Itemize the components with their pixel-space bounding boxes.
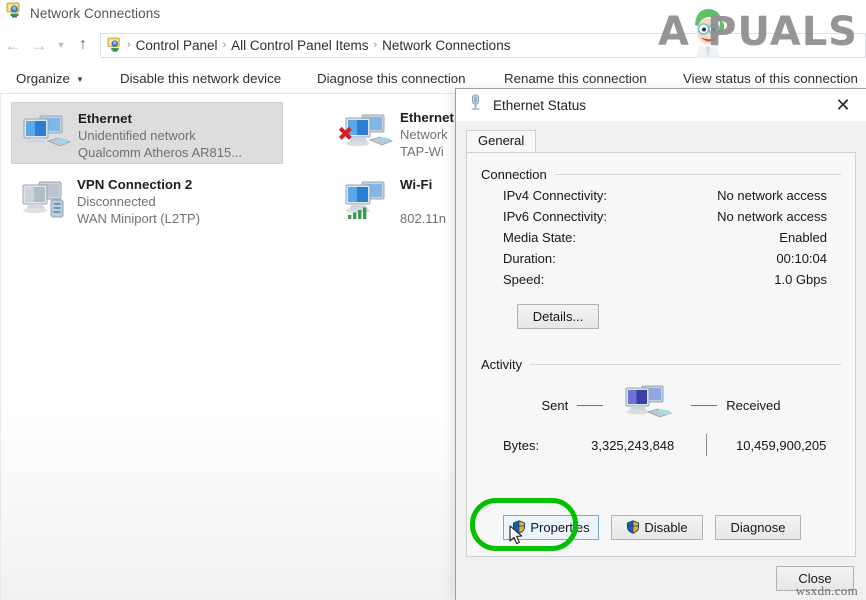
mouse-pointer-icon [509,525,525,547]
toolbar-diagnose-connection[interactable]: Diagnose this connection [317,71,466,86]
row-duration: Duration: 00:10:04 [481,251,841,272]
list-item-vpn-connection-2[interactable]: VPN Connection 2 Disconnected WAN Minipo… [11,169,283,231]
connection-adapter: 802.11n [400,210,446,227]
group-divider [530,364,841,365]
network-activity-icon [612,382,682,428]
screenshot-root: Network Connections ← → ▼ ↑ › Control Pa… [0,0,866,600]
tab-general[interactable]: General [466,130,536,153]
window-title: Network Connections [30,6,160,21]
connection-adapter: WAN Miniport (L2TP) [77,210,200,227]
row-ipv6-connectivity: IPv6 Connectivity: No network access [481,209,841,230]
bytes-label: Bytes: [503,438,573,453]
label-duration: Duration: [503,251,556,266]
list-item-text: Wi-Fi 802.11n [400,174,446,227]
sent-label: Sent [542,398,569,413]
disable-button[interactable]: Disable [611,515,703,540]
vpn-connection-icon [15,174,77,226]
activity-group-header: Activity [481,357,841,372]
received-label: Received [726,398,780,413]
row-ipv4-connectivity: IPv4 Connectivity: No network access [481,188,841,209]
value-ipv6-connectivity: No network access [717,209,827,224]
connection-status [400,193,446,210]
bytes-sent-value: 3,325,243,848 [573,438,693,453]
value-duration: 00:10:04 [776,251,827,266]
network-adapter-icon [16,108,78,160]
activity-group-label: Activity [481,357,522,372]
value-ipv4-connectivity: No network access [717,188,827,203]
chevron-down-icon[interactable]: ▼ [52,32,70,58]
connection-status: Unidentified network [78,127,242,144]
toolbar-rename-connection[interactable]: Rename this connection [504,71,647,86]
address-network-icon [104,37,126,53]
organize-label: Organize [16,71,70,86]
window-titlebar: Network Connections [0,0,866,26]
connection-name: Ethernet [78,110,242,127]
connections-column-left: Ethernet Unidentified network Qualcomm A… [11,102,283,231]
dialog-tabstrip: General [466,130,856,153]
breadcrumb-control-panel[interactable]: Control Panel [132,38,222,53]
close-icon[interactable]: ✕ [830,93,856,117]
activity-direction-row: Sent [481,382,841,428]
details-button[interactable]: Details... [517,304,599,329]
address-bar[interactable]: › Control Panel › All Control Panel Item… [100,33,866,58]
network-connections-icon [6,2,23,24]
arrow-right-icon[interactable]: → [26,32,52,58]
breadcrumb-all-control-panel-items[interactable]: All Control Panel Items [227,38,372,53]
connection-status: Disconnected [77,193,200,210]
arrow-left-icon[interactable]: ← [0,32,26,58]
row-media-state: Media State: Enabled [481,230,841,251]
list-item-text: Ethernet Unidentified network Qualcomm A… [78,108,242,161]
list-item-text: Ethernet Network TAP-Wi [400,107,454,160]
arrow-up-icon[interactable]: ↑ [70,32,96,58]
received-dash [691,405,717,406]
network-status-icon [468,94,483,116]
bytes-received-value: 10,459,900,205 [721,438,841,453]
dialog-titlebar: Ethernet Status ✕ [456,89,866,121]
toolbar-disable-device[interactable]: Disable this network device [120,71,281,86]
label-media-state: Media State: [503,230,576,245]
connection-adapter: Qualcomm Atheros AR815... [78,144,242,161]
value-speed: 1.0 Gbps [774,272,827,287]
group-divider [555,174,841,175]
disable-label: Disable [644,520,687,535]
label-speed: Speed: [503,272,544,287]
activity-bytes-row: Bytes: 3,325,243,848 10,459,900,205 [481,434,841,456]
connection-name: VPN Connection 2 [77,176,200,193]
organize-menu-button[interactable]: Organize ▼ [0,71,84,86]
dialog-action-buttons: Properties Disable [503,515,801,540]
diagnose-label: Diagnose [731,520,786,535]
connection-name: Ethernet [400,109,454,126]
connection-group-label: Connection [481,167,547,182]
toolbar-view-status[interactable]: View status of this connection [683,71,858,86]
network-adapter-icon [338,107,400,159]
wsxdn-watermark: wsxdn.com [796,583,858,599]
navigation-bar: ← → ▼ ↑ › Control Panel › All Control Pa… [0,28,866,62]
sent-dash [577,405,603,406]
breadcrumb-network-connections[interactable]: Network Connections [378,38,514,53]
list-item-ethernet-selected[interactable]: Ethernet Unidentified network Qualcomm A… [11,102,283,164]
wifi-adapter-icon [338,174,400,226]
bytes-divider [706,434,707,456]
row-speed: Speed: 1.0 Gbps [481,272,841,293]
tab-page-general: Connection IPv4 Connectivity: No network… [466,152,856,557]
connection-adapter: TAP-Wi [400,143,454,160]
properties-label: Properties [530,520,589,535]
label-ipv4-connectivity: IPv4 Connectivity: [503,188,607,203]
ethernet-status-dialog: Ethernet Status ✕ General Connection IPv… [455,88,866,600]
label-ipv6-connectivity: IPv6 Connectivity: [503,209,607,224]
connection-group-header: Connection [481,167,841,182]
value-media-state: Enabled [779,230,827,245]
chevron-down-icon: ▼ [76,75,84,84]
diagnose-button[interactable]: Diagnose [715,515,801,540]
list-item-text: VPN Connection 2 Disconnected WAN Minipo… [77,174,200,227]
connection-status: Network [400,126,454,143]
dialog-title: Ethernet Status [493,98,586,113]
connection-name: Wi-Fi [400,176,446,193]
shield-icon [626,520,641,535]
